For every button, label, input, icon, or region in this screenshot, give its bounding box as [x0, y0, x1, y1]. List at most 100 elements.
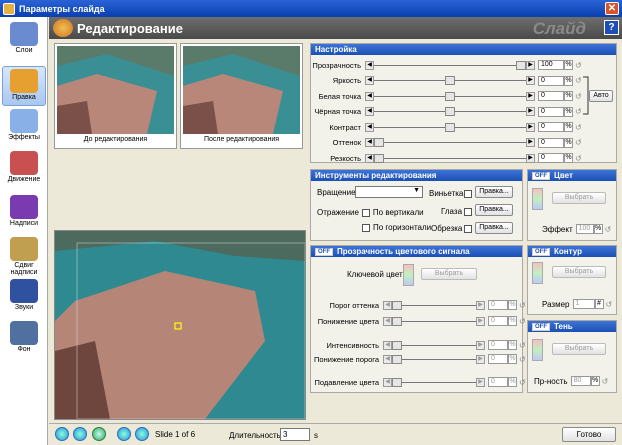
- slider-thumb[interactable]: [445, 122, 455, 132]
- vignette-checkbox[interactable]: [464, 189, 472, 198]
- slider-right-arrow[interactable]: ▶: [526, 153, 535, 163]
- slider-thumb[interactable]: [374, 138, 384, 147]
- sidebar-item-5[interactable]: Сдвиг надписи: [2, 235, 46, 276]
- slider-left-arrow[interactable]: ◀: [383, 300, 392, 310]
- slider-left-arrow[interactable]: ◀: [383, 377, 392, 387]
- slider-track[interactable]: [374, 60, 526, 70]
- slider-thumb[interactable]: [374, 153, 384, 163]
- slider-track[interactable]: [374, 76, 526, 85]
- slider-left-arrow[interactable]: ◀: [383, 340, 392, 350]
- outline-select-button[interactable]: Выбрать: [552, 266, 606, 278]
- outline-off-toggle[interactable]: OFF: [532, 247, 550, 256]
- slider-left-arrow[interactable]: ◀: [365, 91, 374, 101]
- chroma-value[interactable]: 0: [488, 354, 508, 364]
- shadow-off-toggle[interactable]: OFF: [532, 322, 550, 331]
- reset-icon[interactable]: ↺: [575, 123, 584, 132]
- chroma-value[interactable]: 0: [488, 300, 508, 310]
- effect-value[interactable]: 100: [575, 224, 594, 234]
- help-button[interactable]: ?: [604, 20, 619, 35]
- slider-left-arrow[interactable]: ◀: [365, 153, 374, 163]
- slider-thumb[interactable]: [392, 377, 402, 387]
- slider-right-arrow[interactable]: ▶: [476, 354, 485, 364]
- color-off-toggle[interactable]: OFF: [532, 171, 550, 180]
- rotation-select[interactable]: ▼: [355, 186, 423, 198]
- size-value[interactable]: 1: [572, 299, 595, 309]
- close-button[interactable]: ✕: [605, 2, 619, 15]
- slider-track[interactable]: [392, 316, 476, 326]
- reset-icon[interactable]: ↺: [605, 225, 614, 234]
- slider-left-arrow[interactable]: ◀: [365, 76, 374, 85]
- slider-right-arrow[interactable]: ▶: [476, 316, 485, 326]
- setting-value[interactable]: 0: [538, 75, 564, 86]
- slider-right-arrow[interactable]: ▶: [476, 300, 485, 310]
- reset-icon[interactable]: ↺: [602, 377, 611, 386]
- next-slide-icon[interactable]: [135, 427, 149, 441]
- slider-left-arrow[interactable]: ◀: [365, 122, 374, 132]
- shadow-opacity-value[interactable]: 80: [570, 376, 591, 386]
- chroma-value[interactable]: 0: [488, 340, 508, 350]
- outline-color-swatch[interactable]: [532, 262, 543, 284]
- zoom-icon[interactable]: [55, 427, 69, 441]
- color-select-button[interactable]: Выбрать: [552, 192, 606, 204]
- sidebar-item-1[interactable]: Правка: [2, 66, 46, 106]
- slider-track[interactable]: [374, 138, 526, 147]
- reset-icon[interactable]: ↺: [575, 154, 584, 163]
- crop-checkbox[interactable]: [464, 224, 472, 233]
- eyes-edit-button[interactable]: Правка...: [475, 204, 513, 216]
- reset-icon[interactable]: ↺: [575, 138, 584, 147]
- chroma-value[interactable]: 0: [488, 377, 508, 387]
- slider-right-arrow[interactable]: ▶: [526, 107, 535, 116]
- slider-left-arrow[interactable]: ◀: [365, 138, 374, 147]
- slider-right-arrow[interactable]: ▶: [526, 60, 535, 70]
- zoom-out-icon[interactable]: [73, 427, 87, 441]
- slider-thumb[interactable]: [392, 316, 402, 326]
- slider-thumb[interactable]: [516, 60, 526, 70]
- slider-left-arrow[interactable]: ◀: [365, 60, 374, 70]
- vertical-checkbox[interactable]: [361, 208, 370, 217]
- slider-track[interactable]: [392, 377, 476, 387]
- setting-value[interactable]: 100: [538, 60, 564, 70]
- slider-track[interactable]: [392, 354, 476, 364]
- slider-right-arrow[interactable]: ▶: [526, 122, 535, 132]
- setting-value[interactable]: 0: [538, 91, 564, 101]
- setting-value[interactable]: 0: [538, 153, 564, 163]
- slider-thumb[interactable]: [392, 300, 402, 310]
- shadow-select-button[interactable]: Выбрать: [552, 343, 606, 355]
- key-color-select-button[interactable]: Выбрать: [421, 268, 477, 280]
- slider-track[interactable]: [374, 122, 526, 132]
- crop-edit-button[interactable]: Правка...: [475, 222, 513, 234]
- slider-thumb[interactable]: [392, 354, 402, 364]
- setting-value[interactable]: 0: [538, 137, 564, 148]
- setting-value[interactable]: 0: [538, 106, 564, 117]
- slider-right-arrow[interactable]: ▶: [526, 138, 535, 147]
- slider-thumb[interactable]: [392, 340, 402, 350]
- sidebar-item-4[interactable]: Надписи: [2, 193, 46, 233]
- slider-track[interactable]: [392, 340, 476, 350]
- auto-button[interactable]: Авто: [589, 90, 613, 102]
- slider-thumb[interactable]: [445, 76, 455, 85]
- sidebar-item-0[interactable]: Слои: [2, 20, 46, 60]
- slider-track[interactable]: [374, 107, 526, 116]
- slider-track[interactable]: [374, 91, 526, 101]
- previous-slide-icon[interactable]: [117, 427, 131, 441]
- vignette-edit-button[interactable]: Правка...: [475, 186, 513, 198]
- key-color-swatch[interactable]: [403, 264, 414, 286]
- main-image-view[interactable]: [54, 230, 306, 420]
- slider-left-arrow[interactable]: ◀: [383, 316, 392, 326]
- slider-track[interactable]: [392, 300, 476, 310]
- chroma-off-toggle[interactable]: OFF: [315, 247, 333, 256]
- reset-icon[interactable]: ↺: [575, 61, 584, 70]
- color-swatch[interactable]: [532, 188, 543, 210]
- sidebar-item-2[interactable]: Эффекты: [2, 107, 46, 147]
- slider-right-arrow[interactable]: ▶: [526, 91, 535, 101]
- slider-left-arrow[interactable]: ◀: [365, 107, 374, 116]
- eyes-checkbox[interactable]: [464, 207, 472, 216]
- duration-input[interactable]: 3: [280, 428, 310, 441]
- slider-track[interactable]: [374, 153, 526, 163]
- slider-thumb[interactable]: [445, 107, 455, 116]
- chroma-value[interactable]: 0: [488, 316, 508, 326]
- setting-value[interactable]: 0: [538, 122, 564, 132]
- reset-icon[interactable]: ↺: [606, 300, 615, 309]
- slider-right-arrow[interactable]: ▶: [526, 76, 535, 85]
- slider-right-arrow[interactable]: ▶: [476, 340, 485, 350]
